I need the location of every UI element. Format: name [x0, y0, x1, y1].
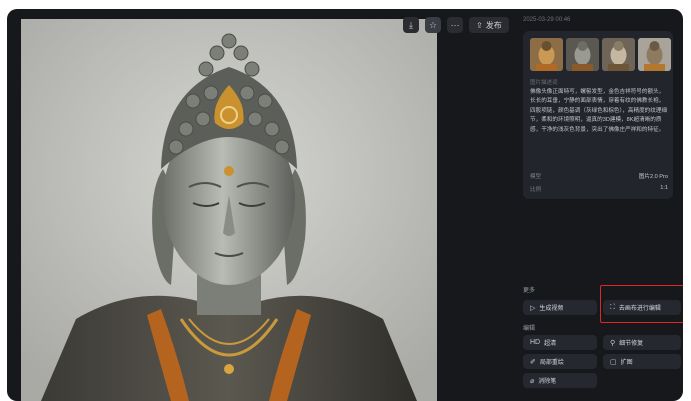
hd-icon: HD — [530, 339, 541, 346]
hd-label: 超清 — [544, 341, 557, 347]
more-button[interactable]: ··· — [447, 17, 463, 33]
model-row: 模型 图片2.0 Pro — [530, 172, 668, 180]
publish-label: 发布 — [485, 20, 502, 30]
more-section-title: 更多 — [523, 288, 536, 294]
prompt-text: 佛像头像正面特写，螺髻发型，金色吉祥符号的额头，长长的耳垂，宁静的面部表情，穿着… — [530, 89, 668, 133]
details-sidebar: 2025-03-29 00:46 图片描述词 佛像头像正面特写，螺髻发型，金色吉… — [519, 9, 683, 401]
image-toolbar: ⤓ ☆ ··· ⇪ 发布 — [403, 17, 509, 33]
model-label: 模型 — [530, 174, 542, 180]
star-icon: ☆ — [428, 19, 438, 30]
prompt-card: 图片描述词 佛像头像正面特写，螺髻发型，金色吉祥符号的额头，长长的耳垂，宁静的面… — [523, 31, 673, 199]
thumbnail-2[interactable] — [566, 38, 599, 71]
thumbnail-3[interactable] — [602, 38, 635, 71]
brush-icon: ✐ — [530, 358, 536, 366]
local-redraw-label: 局部重绘 — [539, 360, 564, 366]
generate-video-label: 生成视频 — [539, 306, 564, 312]
upload-icon: ⇪ — [476, 20, 483, 30]
expand-label: 扩图 — [620, 360, 633, 366]
edit-section-title: 编辑 — [523, 326, 536, 332]
generated-image[interactable] — [21, 19, 437, 401]
created-date: 2025-03-29 00:46 — [523, 17, 571, 23]
detail-fix-label: 细节修复 — [619, 341, 644, 347]
download-button[interactable]: ⤓ — [403, 17, 419, 33]
model-value: 图片2.0 Pro — [638, 174, 668, 180]
generate-video-button[interactable]: ▷ 生成视频 — [523, 300, 597, 315]
wand-icon: ⚲ — [610, 339, 616, 347]
thumbnail-strip — [530, 38, 671, 71]
thumbnail-4[interactable] — [638, 38, 671, 71]
ratio-value: 1:1 — [660, 185, 668, 191]
download-icon: ⤓ — [409, 19, 413, 30]
prompt-label: 图片描述词 — [530, 80, 558, 86]
eraser-icon: ⌀ — [530, 377, 535, 385]
app-window: ⤓ ☆ ··· ⇪ 发布 2025-03-29 00:46 图片描述词 佛像头像… — [7, 9, 683, 401]
video-icon: ▷ — [530, 304, 536, 312]
favorite-button[interactable]: ☆ — [425, 17, 441, 33]
detail-fix-button[interactable]: ⚲ 细节修复 — [603, 335, 681, 350]
expand-icon: ▢ — [610, 358, 617, 366]
highlight-box — [600, 285, 683, 323]
more-icon: ··· — [450, 20, 460, 30]
ratio-label: 比例 — [530, 187, 542, 193]
local-redraw-button[interactable]: ✐ 局部重绘 — [523, 354, 597, 369]
ratio-row: 比例 1:1 — [530, 185, 668, 193]
thumbnail-1[interactable] — [530, 38, 563, 71]
eraser-label: 消除笔 — [538, 379, 557, 385]
expand-button[interactable]: ▢ 扩图 — [603, 354, 681, 369]
publish-button[interactable]: ⇪ 发布 — [469, 17, 509, 33]
buddha-image — [21, 19, 437, 401]
hd-button[interactable]: HD 超清 — [523, 335, 597, 350]
eraser-button[interactable]: ⌀ 消除笔 — [523, 373, 597, 388]
